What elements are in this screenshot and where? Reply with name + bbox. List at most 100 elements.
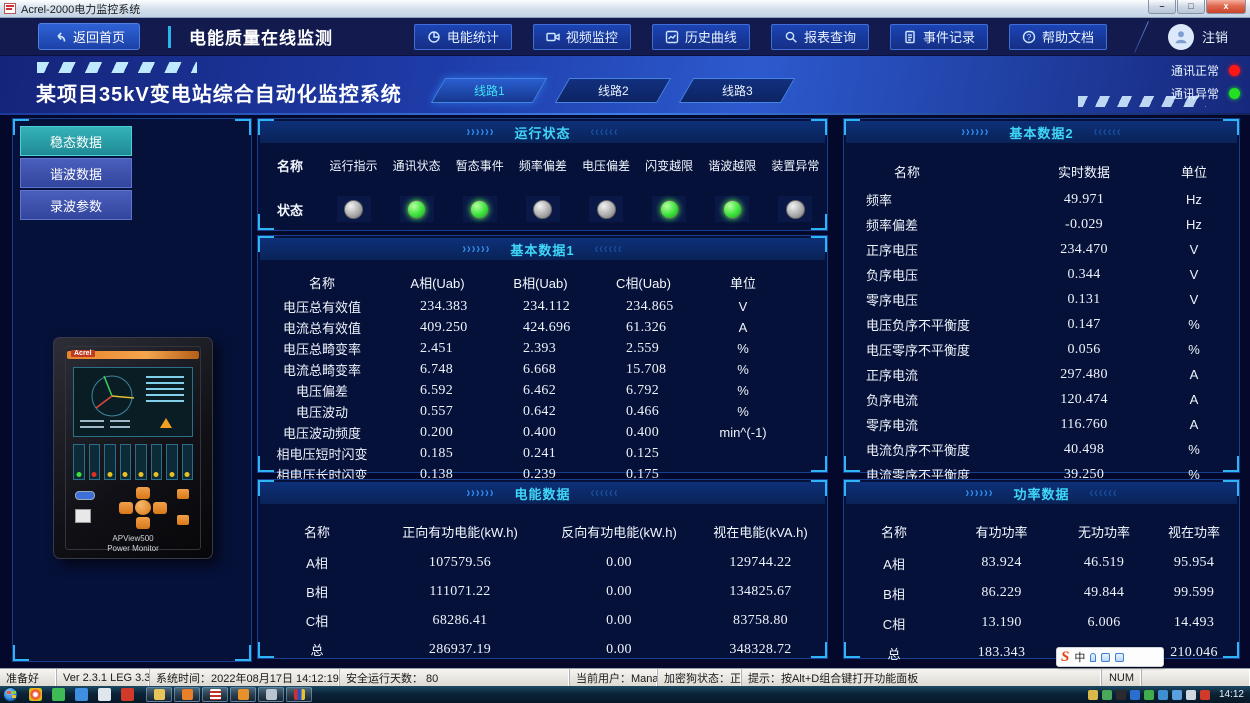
taskbar-button-tools-app-icon[interactable] bbox=[258, 687, 284, 702]
ime-mic-icon[interactable] bbox=[1090, 653, 1096, 662]
value-cell: 6.668 bbox=[489, 359, 592, 380]
value-cell: 46.519 bbox=[1059, 548, 1149, 578]
status-dongle: 加密狗状态：正常 bbox=[658, 669, 742, 686]
value-cell: min^(-1) bbox=[695, 422, 791, 443]
taskbar-button-explorer-folder-icon[interactable] bbox=[146, 687, 172, 702]
minimize-button[interactable]: – bbox=[1148, 0, 1176, 14]
media-icon[interactable] bbox=[121, 688, 134, 701]
close-button[interactable]: x bbox=[1206, 0, 1246, 14]
status-led-通讯状态 bbox=[407, 200, 426, 219]
value-cell: 0.00 bbox=[544, 635, 694, 664]
device-led-column bbox=[135, 444, 147, 480]
row-name: 正序电压 bbox=[844, 237, 1019, 262]
sidebar-item-录波参数[interactable]: 录波参数 bbox=[20, 190, 132, 220]
ime-toolbox-icon[interactable] bbox=[1115, 653, 1124, 662]
tab-线路3[interactable]: 线路3 bbox=[679, 78, 795, 103]
sync-icon[interactable] bbox=[1158, 690, 1168, 700]
removable-device-icon[interactable] bbox=[1088, 690, 1098, 700]
value-cell: 409.250 bbox=[386, 317, 489, 338]
taskbar-clock[interactable]: 14:12 bbox=[1219, 689, 1244, 700]
row-name: 频率 bbox=[844, 187, 1019, 212]
value-cell: 0.200 bbox=[386, 422, 489, 443]
status-hint: 提示：按Alt+D组合键打开功能面板 bbox=[742, 669, 1102, 686]
maximize-button[interactable]: □ bbox=[1177, 0, 1205, 14]
start-button[interactable] bbox=[3, 687, 18, 702]
nav-button-帮助文档[interactable]: ?帮助文档 bbox=[1009, 24, 1107, 50]
led-box bbox=[589, 196, 623, 222]
comm-status-legend: 通讯正常通讯异常 bbox=[1090, 62, 1240, 102]
basic-data1-table: 名称A相(Uab)B相(Uab)C相(Uab)单位电压总有效值234.38323… bbox=[258, 260, 827, 485]
value-cell: 0.056 bbox=[1019, 337, 1149, 362]
volume-muted-icon[interactable] bbox=[1200, 690, 1210, 700]
device-led bbox=[154, 472, 159, 477]
row-name: 电压总有效值 bbox=[258, 296, 386, 317]
header-arrows-left: ›››››› bbox=[462, 241, 490, 257]
back-arrow-icon bbox=[53, 30, 67, 44]
user-avatar[interactable] bbox=[1168, 24, 1194, 50]
satellite-icon[interactable] bbox=[1116, 690, 1126, 700]
column-header: 有功功率 bbox=[944, 514, 1059, 548]
value-cell: 0.400 bbox=[592, 422, 695, 443]
power-title: 功率数据 bbox=[1013, 484, 1069, 503]
value-cell: 0.00 bbox=[544, 606, 694, 635]
value-cell: 234.112 bbox=[489, 296, 592, 317]
tab-线路2[interactable]: 线路2 bbox=[555, 78, 671, 103]
run-status-name-label: 名称 bbox=[258, 143, 322, 187]
value-cell: 234.865 bbox=[592, 296, 695, 317]
value-cell: 116.760 bbox=[1019, 412, 1149, 437]
nav-button-label: 报表查询 bbox=[804, 27, 856, 46]
nav-button-视频监控[interactable]: 视频监控 bbox=[533, 24, 631, 50]
shield-icon[interactable] bbox=[1144, 690, 1154, 700]
search-icon bbox=[784, 30, 798, 44]
nav-button-电能统计[interactable]: 电能统计 bbox=[414, 24, 512, 50]
resolution-icon[interactable] bbox=[1172, 690, 1182, 700]
colorbar-app-icon bbox=[294, 689, 305, 700]
device-image: Acrel bbox=[53, 337, 213, 559]
header-arrows-right: ‹‹‹‹‹‹ bbox=[1090, 485, 1118, 501]
value-cell: 297.480 bbox=[1019, 362, 1149, 387]
nav-button-报表查询[interactable]: 报表查询 bbox=[771, 24, 869, 50]
header-arrows-left: ›››››› bbox=[467, 124, 495, 140]
taskbar-button-colorbar-app-icon[interactable] bbox=[286, 687, 312, 702]
led-box bbox=[400, 196, 434, 222]
logout-button[interactable]: 注销 bbox=[1202, 27, 1228, 46]
run-status-item-label: 闪变越限 bbox=[638, 143, 701, 187]
sogou-logo-icon[interactable]: S bbox=[1061, 649, 1069, 666]
tab-线路1[interactable]: 线路1 bbox=[431, 78, 547, 103]
explorer-folder-icon bbox=[154, 689, 165, 700]
value-cell: 6.748 bbox=[386, 359, 489, 380]
row-name: 零序电压 bbox=[844, 287, 1019, 312]
banner: 某项目35kV变电站综合自动化监控系统 线路1 线路2 线路3 通讯正常通讯异常 bbox=[0, 56, 1250, 115]
taskbar-button-firefox-icon[interactable] bbox=[174, 687, 200, 702]
network-icon[interactable] bbox=[1186, 690, 1196, 700]
window-title: Acrel-2000电力监控系统 bbox=[21, 1, 140, 17]
status-bar: 准备好 Ver 2.3.1 LEG 3.3.18 系统时间：2022年08月17… bbox=[0, 668, 1250, 686]
back-home-button[interactable]: 返回首页 bbox=[38, 23, 140, 50]
nav-button-group: 电能统计视频监控历史曲线 报表查询 事件记录 ?帮助文档 bbox=[414, 24, 1107, 50]
power-header: ›››››› 功率数据 ‹‹‹‹‹‹ bbox=[846, 482, 1237, 504]
doc-icon bbox=[903, 30, 917, 44]
internet-green-icon[interactable] bbox=[52, 688, 65, 701]
value-cell: V bbox=[1149, 287, 1239, 312]
nav-button-历史曲线[interactable]: 历史曲线 bbox=[652, 24, 750, 50]
taskbar-button-acrel-app-icon[interactable] bbox=[202, 687, 228, 702]
desktop-share-icon[interactable] bbox=[1102, 690, 1112, 700]
nav-button-事件记录[interactable]: 事件记录 bbox=[890, 24, 988, 50]
station-title: 某项目35kV变电站综合自动化监控系统 bbox=[36, 78, 402, 107]
bluetooth-icon[interactable] bbox=[1130, 690, 1140, 700]
sidebar-item-稳态数据[interactable]: 稳态数据 bbox=[20, 126, 132, 156]
taskbar-button-orange-app-icon[interactable] bbox=[230, 687, 256, 702]
chrome-icon[interactable] bbox=[29, 688, 42, 701]
notepad-icon[interactable] bbox=[98, 688, 111, 701]
value-cell: 6.792 bbox=[592, 380, 695, 401]
ime-keyboard-icon[interactable] bbox=[1101, 653, 1110, 662]
ie-icon[interactable] bbox=[75, 688, 88, 701]
title-divider bbox=[168, 26, 171, 48]
energy-title: 电能数据 bbox=[514, 484, 570, 503]
sidebar-item-谐波数据[interactable]: 谐波数据 bbox=[20, 158, 132, 188]
row-name: 电压波动 bbox=[258, 401, 386, 422]
system-tray: 14:12 bbox=[1088, 689, 1250, 700]
basic-data2-header: ›››››› 基本数据2 ‹‹‹‹‹‹ bbox=[846, 121, 1237, 143]
ime-mode-toggle[interactable]: 中 bbox=[1074, 649, 1085, 665]
value-cell: % bbox=[695, 380, 791, 401]
